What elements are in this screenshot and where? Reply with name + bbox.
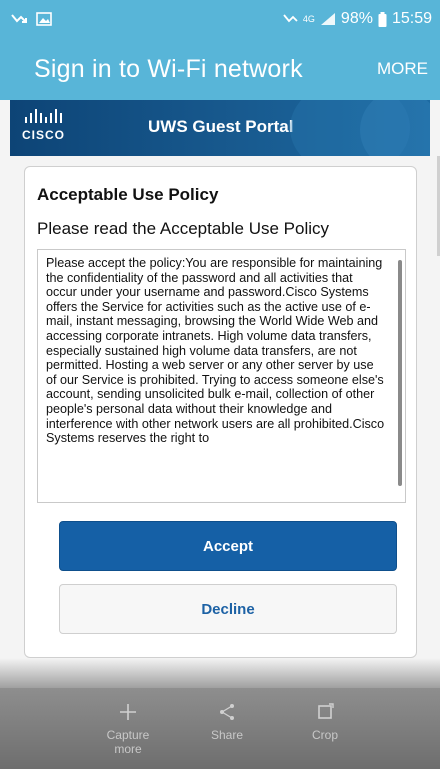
status-bar: 4G 98% 15:59 — [0, 0, 440, 38]
policy-text: Please accept the policy:You are respons… — [46, 256, 385, 446]
network-4g-icon: 4G — [302, 13, 315, 24]
app-bar: Sign in to Wi-Fi network MORE — [0, 38, 440, 100]
page-title: Sign in to Wi-Fi network — [34, 54, 303, 83]
policy-text-box[interactable]: Please accept the policy:You are respons… — [37, 249, 406, 503]
capture-more-button[interactable]: Capture more — [98, 702, 158, 756]
clock: 15:59 — [391, 10, 432, 27]
signal-icon — [320, 13, 335, 25]
share-icon — [220, 704, 234, 720]
battery-icon — [378, 11, 387, 27]
share-button[interactable]: Share — [197, 702, 257, 742]
missed-call-icon — [11, 14, 27, 23]
portal-header: CISCO UWS Guest Portal — [10, 100, 430, 156]
header-decoration — [290, 100, 430, 156]
crop-button[interactable]: Crop — [295, 702, 355, 742]
status-indicators: 4G 98% 15:59 — [282, 10, 432, 28]
policy-heading: Acceptable Use Policy — [37, 185, 219, 204]
share-label: Share — [210, 728, 244, 742]
battery-percent: 98% — [340, 10, 373, 27]
toolbar-fade — [0, 658, 440, 690]
crop-label: Crop — [311, 728, 338, 742]
decline-button[interactable]: Decline — [59, 584, 397, 634]
crop-icon — [318, 703, 334, 719]
capture-more-label: Capture more — [106, 728, 150, 756]
policy-subheading: Please read the Acceptable Use Policy — [37, 219, 330, 238]
policy-card: Acceptable Use Policy Please read the Ac… — [24, 166, 417, 658]
call-icon — [283, 14, 298, 23]
image-icon — [36, 12, 52, 26]
screenshot-toolbar: Capture more Share Crop — [0, 688, 440, 769]
status-notifications — [10, 11, 52, 27]
cisco-wordmark: CISCO — [22, 128, 66, 142]
policy-scrollbar[interactable] — [398, 260, 402, 486]
more-button[interactable]: MORE — [377, 59, 428, 79]
plus-icon — [120, 704, 136, 720]
accept-button[interactable]: Accept — [59, 521, 397, 571]
